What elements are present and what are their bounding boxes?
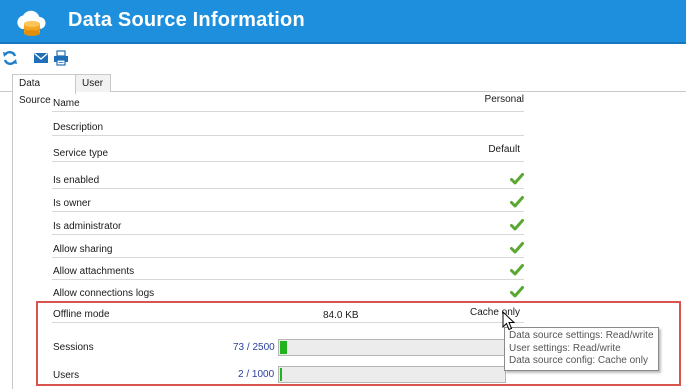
checkmark-icon [510,242,524,254]
title-bar: Data Source Information [0,0,686,44]
checkmark-icon [510,286,524,298]
checkmark-icon [510,264,524,276]
offline-mode-tooltip: Data source settings: Read/write User se… [504,327,659,371]
toolbar [0,46,686,70]
is-administrator-label: Is administrator [53,221,122,232]
email-icon[interactable] [33,50,49,66]
is-administrator-row: Is administrator [52,212,524,235]
tooltip-line: Data source config: Cache only [509,355,648,366]
database-cloud-icon [17,10,46,36]
allow-connections-logs-row: Allow connections logs [52,280,524,302]
allow-sharing-label: Allow sharing [53,244,113,255]
service-type-row: Service type Default [52,136,524,162]
allow-attachments-label: Allow attachments [53,266,135,277]
checkmark-icon [510,219,524,231]
description-row: Description [52,112,524,136]
is-enabled-label: Is enabled [53,175,100,186]
print-icon[interactable] [53,50,69,66]
is-enabled-row: Is enabled [52,162,524,189]
allow-sharing-row: Allow sharing [52,235,524,258]
checkmark-icon [510,196,524,208]
service-type-label: Service type [53,148,109,159]
refresh-icon[interactable] [2,50,18,66]
name-value: Personal [484,94,524,105]
name-row: Name Personal [52,92,524,112]
tab-user[interactable]: User [75,74,111,93]
is-owner-label: Is owner [53,198,91,209]
is-owner-row: Is owner [52,189,524,212]
checkmark-icon [510,173,524,185]
allow-attachments-row: Allow attachments [52,258,524,280]
service-type-value: Default [488,144,520,155]
allow-connections-logs-label: Allow connections logs [53,288,155,299]
description-label: Description [53,122,104,133]
mouse-cursor-icon [502,311,516,331]
name-label: Name [53,98,80,109]
tab-data-source[interactable]: Data Source [12,74,76,106]
tooltip-line: Data source settings: Read/write [509,330,654,341]
window-title: Data Source Information [68,9,305,31]
tooltip-line: User settings: Read/write [509,342,621,354]
tab-strip: Data Source User [0,72,686,106]
